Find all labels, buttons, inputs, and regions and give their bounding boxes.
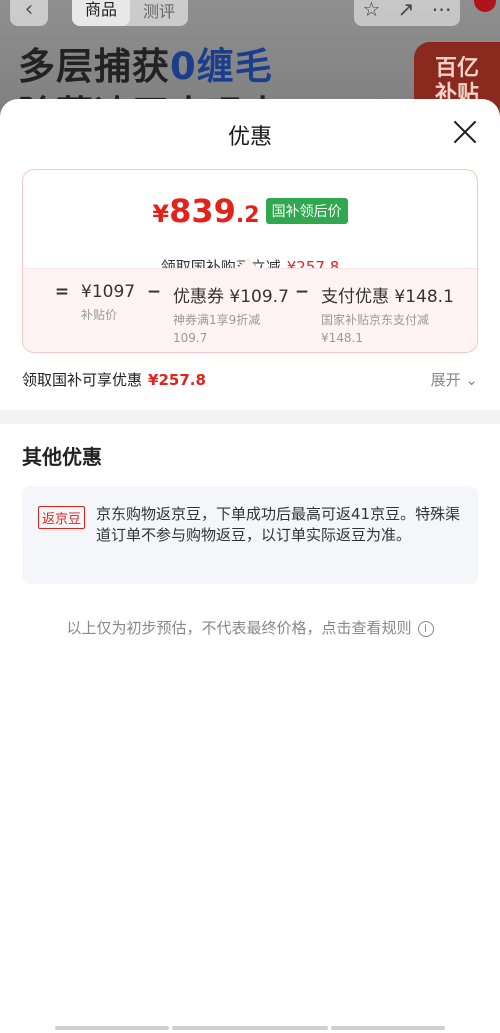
expand-button[interactable]: 展开 ⌄ (431, 369, 478, 390)
formula-minus-1: − (145, 282, 163, 302)
info-icon: i (417, 620, 434, 637)
back-button[interactable]: ‹ (10, 0, 48, 26)
nav-indicator-3 (331, 1026, 445, 1030)
headline-part-a: 多层捕获 (18, 45, 170, 88)
minus-sign: − (146, 282, 162, 302)
notification-badge (474, 0, 496, 12)
coupon-desc-line1: 神券满1享9折减 (173, 313, 261, 327)
nav-indicator-1 (55, 1026, 169, 1030)
base-price-label: 补贴价 (81, 308, 118, 322)
coupon-desc: 神券满1享9折减 109.7 (173, 311, 289, 347)
formula-payment: 支付优惠 ¥148.1 国家补贴京东支付减 ¥148.1 (321, 282, 454, 347)
nav-indicator-2 (172, 1026, 328, 1030)
chevron-left-icon: ‹ (24, 0, 34, 22)
share-icon[interactable]: ↗ (398, 0, 415, 21)
formula-coupon: 优惠券 ¥109.7 神券满1享9折减 109.7 (173, 282, 289, 347)
jingdou-badge: 返京豆 (38, 506, 86, 529)
final-price: ¥839.2 (152, 192, 259, 230)
section-divider (0, 410, 500, 424)
payment-desc-line1: 国家补贴京东支付减 (321, 313, 430, 327)
banner-headline: 多层捕获0缠毛 (18, 36, 273, 90)
coupon-desc-line2: 109.7 (173, 331, 208, 345)
subsidy-badge-line1: 百亿 (434, 56, 479, 81)
jingdou-rebate-text: 京东购物返京豆，下单成功后最高可返41京豆。特殊渠道订单不参与购物返豆，以订单实… (96, 505, 461, 544)
headline-zero: 0 (170, 45, 197, 88)
payment-discount: 支付优惠 ¥148.1 (321, 287, 454, 307)
currency-symbol: ¥ (152, 200, 170, 228)
discount-sheet: 优惠 ¥839.2 国补领后价 领取国补购买立减 ¥257.8 = ¥1097 补… (0, 99, 500, 1033)
final-price-row: ¥839.2 国补领后价 (23, 192, 477, 230)
base-price: ¥1097 (81, 282, 136, 302)
subsidy-price-tag: 国补领后价 (265, 198, 348, 224)
formula-minus-2: − (293, 282, 311, 302)
expand-label: 展开 (430, 371, 461, 389)
close-icon[interactable] (452, 119, 478, 145)
rules-link[interactable]: 以上仅为初步预估，不代表最终价格，点击查看规则 i (0, 617, 500, 638)
benefit-row: 领取国补可享优惠 ¥257.8 展开 ⌄ (22, 369, 478, 393)
equals-sign: = (54, 282, 70, 302)
coupon-amount: 优惠券 ¥109.7 (173, 287, 289, 307)
tab-product[interactable]: 商品 (72, 0, 130, 26)
top-right-actions: ☆ ↗ ⋯ (354, 0, 460, 26)
price-integer: 839 (169, 192, 236, 230)
price-breakdown-card: ¥839.2 国补领后价 领取国补购买立减 ¥257.8 = ¥1097 补贴价 … (22, 169, 478, 353)
star-icon[interactable]: ☆ (363, 0, 381, 21)
other-discounts-title: 其他优惠 (22, 445, 102, 469)
rules-link-text: 以上仅为初步预估，不代表最终价格，点击查看规则 (66, 619, 412, 637)
chevron-down-icon: ⌄ (465, 371, 478, 389)
formula-equals: = (53, 282, 71, 302)
headline-part-b: 缠毛 (196, 45, 273, 88)
sheet-title: 优惠 (227, 125, 272, 150)
benefit-label: 领取国补可享优惠 (22, 371, 143, 389)
payment-desc-line2: ¥148.1 (321, 331, 363, 345)
minus-sign: − (294, 282, 310, 302)
payment-desc: 国家补贴京东支付减 ¥148.1 (321, 311, 454, 347)
product-tabs: 商品 测评 (72, 0, 188, 26)
more-icon[interactable]: ⋯ (431, 0, 451, 21)
benefit-amount: ¥257.8 (148, 371, 206, 389)
formula-base: ¥1097 补贴价 (81, 282, 135, 324)
jingdou-rebate-card: 返京豆 京东购物返京豆，下单成功后最高可返41京豆。特殊渠道订单不参与购物返豆，… (22, 486, 478, 584)
tab-review[interactable]: 测评 (130, 0, 188, 22)
price-decimal: .2 (235, 203, 260, 228)
